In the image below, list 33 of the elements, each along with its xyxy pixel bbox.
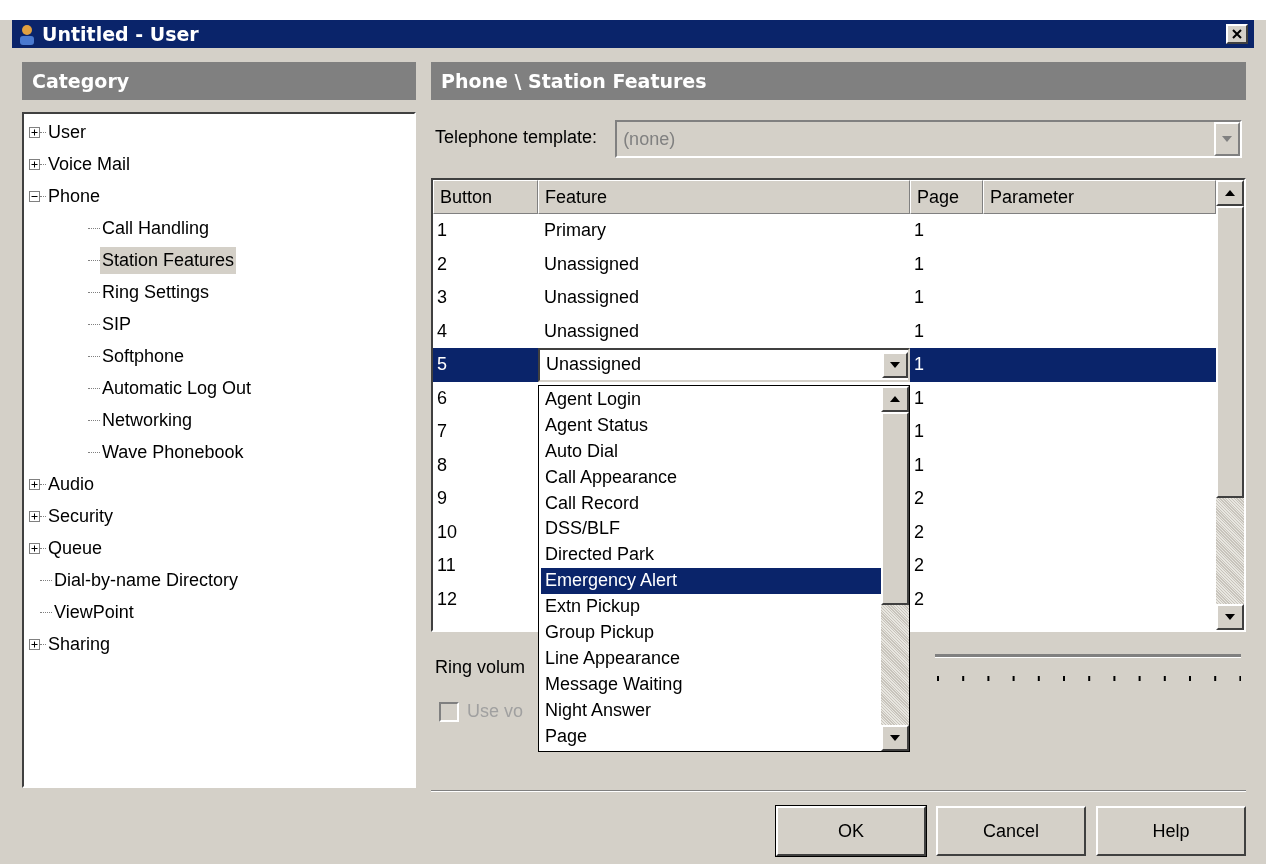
table-cell: 1 — [914, 253, 924, 274]
table-cell: 6 — [437, 387, 447, 408]
table-cell: 2 — [914, 521, 924, 542]
table-cell: 7 — [437, 421, 447, 442]
table-cell: 4 — [437, 320, 447, 341]
panel-title: Phone \ Station Features — [441, 68, 707, 94]
table-cell-text: Unassigned — [544, 319, 640, 343]
table-cell: 1 — [914, 220, 924, 241]
template-label: Telephone template: — [435, 126, 598, 149]
table-cell: 2 — [914, 488, 924, 509]
table-cell: 9 — [437, 488, 447, 509]
table-cell-text: Unassigned — [544, 252, 640, 276]
table-cell: 2 — [914, 555, 924, 576]
table-cell-text: Primary — [544, 219, 606, 243]
table-cell: 2 — [914, 588, 924, 609]
table-cell: 1 — [914, 421, 924, 442]
table-cell: 10 — [437, 521, 458, 542]
table-cell: 1 — [914, 287, 924, 308]
table-cell: 5 — [437, 354, 447, 375]
table-cell: 1 — [914, 354, 924, 375]
table-cell: 3 — [437, 287, 447, 308]
table-cell-text: Unassigned — [544, 286, 640, 310]
table-cell: 1 — [914, 387, 924, 408]
table-cell: 11 — [437, 555, 456, 576]
ring-volume-label: Ring volum — [435, 655, 527, 679]
table-cell: 2 — [437, 253, 447, 274]
table-cell: 1 — [914, 320, 924, 341]
table-cell: 1 — [437, 220, 447, 241]
category-title: Category — [32, 68, 130, 94]
table-cell: 8 — [437, 454, 447, 475]
table-cell: 12 — [437, 588, 458, 609]
table-cell: 1 — [914, 454, 924, 475]
window-title: Untitled - User — [42, 21, 199, 47]
